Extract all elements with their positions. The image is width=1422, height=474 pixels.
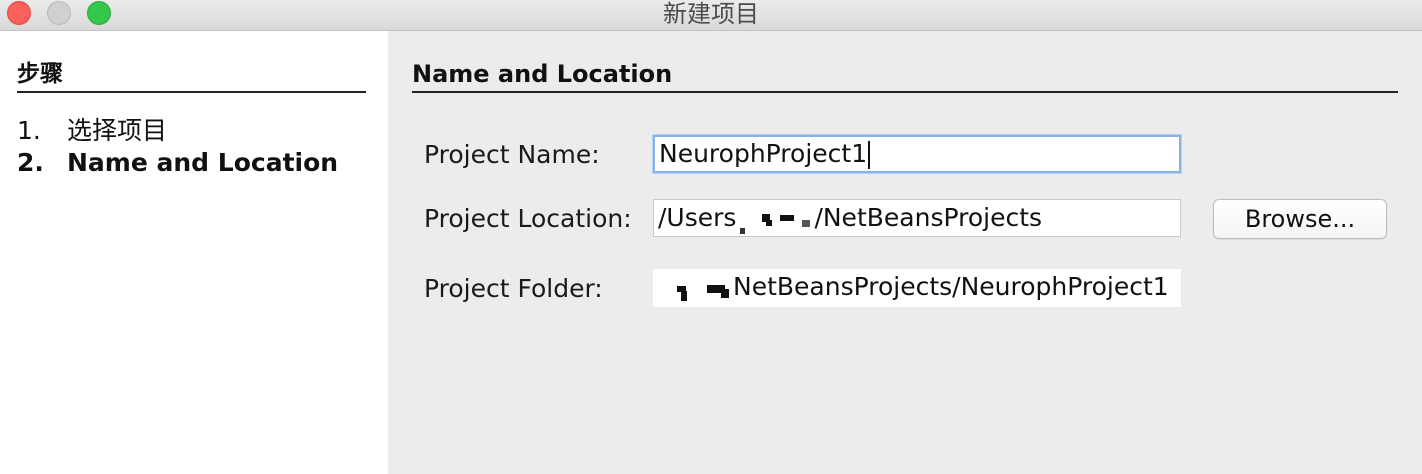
step-label: 选择项目 (67, 116, 168, 145)
step-item-choose-project: 1. 选择项目 (17, 115, 338, 147)
project-folder-label: Project Folder: (424, 274, 603, 303)
redacted-username (736, 202, 815, 236)
step-label: Name and Location (67, 148, 339, 177)
name-and-location-panel: Name and Location Project Name: NeurophP… (388, 31, 1422, 474)
step-number: 1. (17, 116, 41, 145)
step-list: 1. 选择项目 2. Name and Location (17, 115, 338, 179)
text-cursor (868, 141, 871, 169)
step-item-name-and-location: 2. Name and Location (17, 147, 338, 179)
steps-panel: 步骤 1. 选择项目 2. Name and Location (0, 31, 388, 474)
project-location-prefix: /Users (658, 203, 737, 232)
project-name-value: NeurophProject1 (659, 139, 868, 168)
project-location-suffix: /NetBeansProjects (814, 203, 1043, 232)
redacted-path-prefix (657, 271, 733, 305)
project-folder-suffix: NetBeansProjects/NeurophProject1 (733, 272, 1169, 301)
section-title: Name and Location (412, 59, 1398, 93)
project-name-input[interactable]: NeurophProject1 (653, 135, 1181, 173)
title-bar[interactable]: 新建项目 (0, 0, 1422, 31)
project-folder-field: NetBeansProjects/NeurophProject1 (653, 269, 1181, 307)
project-location-input[interactable]: /Users/NetBeansProjects (653, 199, 1181, 237)
window-title: 新建项目 (663, 0, 759, 28)
project-location-label: Project Location: (424, 204, 632, 233)
new-project-window: 新建项目 步骤 1. 选择项目 2. Name and Location Name … (0, 0, 1422, 474)
browse-button[interactable]: Browse... (1213, 199, 1387, 239)
steps-title: 步骤 (17, 59, 366, 93)
project-name-label: Project Name: (424, 140, 600, 169)
step-number: 2. (17, 148, 44, 177)
